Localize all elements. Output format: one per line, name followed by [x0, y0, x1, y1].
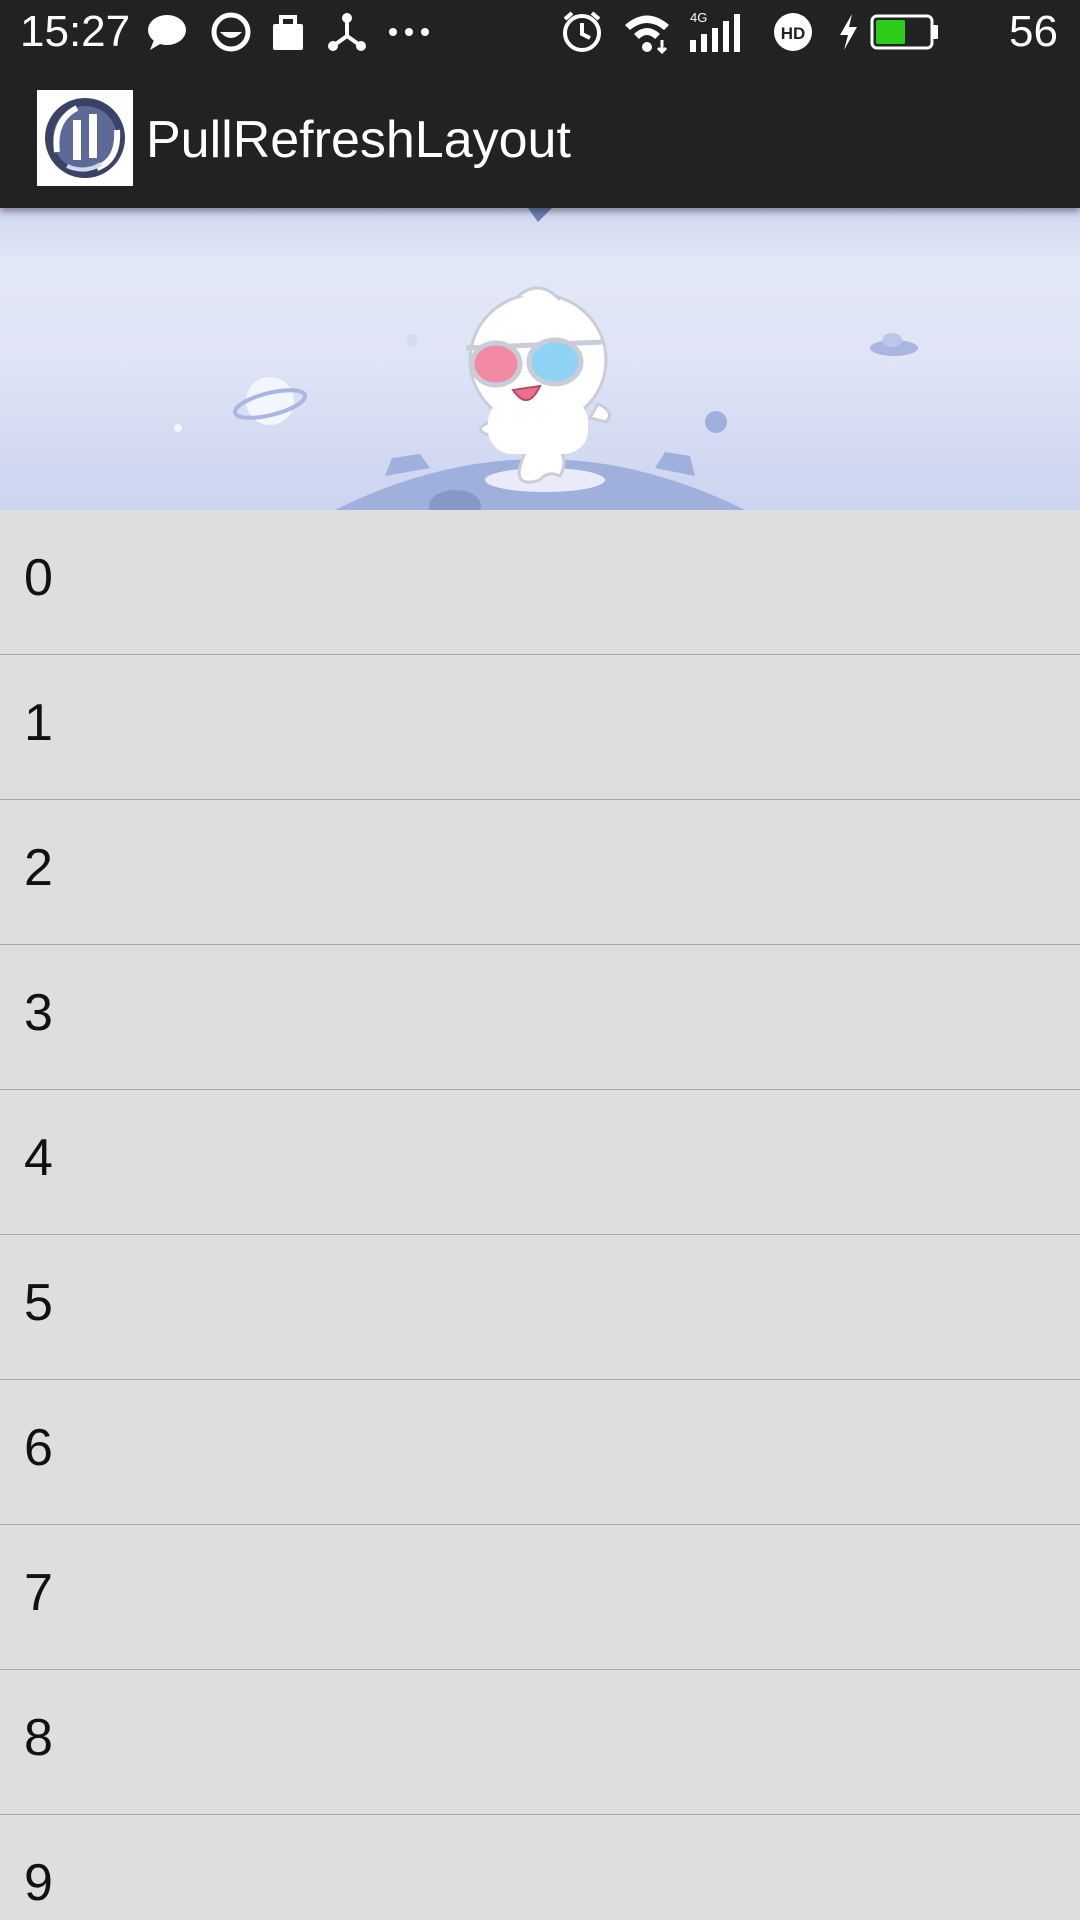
network-type-label: 4G [690, 10, 707, 25]
list-item[interactable]: 6 [0, 1380, 1080, 1525]
list-item-label: 3 [24, 984, 53, 1042]
status-system-icons: 4G HD [560, 10, 990, 54]
list-item[interactable]: 3 [0, 945, 1080, 1090]
app-bar: PullRefreshLayout [0, 64, 1080, 208]
list-item-label: 1 [24, 694, 53, 752]
list-item-label: 5 [24, 1274, 53, 1332]
list-item[interactable]: 7 [0, 1525, 1080, 1670]
more-icon [386, 10, 432, 54]
phone-screen: 15:27 4G HD 56 PullRefreshLayout 0 1 2 3… [0, 0, 1080, 1920]
ufo-icon [870, 333, 918, 356]
list-item[interactable]: 2 [0, 800, 1080, 945]
list-item-label: 9 [24, 1854, 53, 1912]
list-item-label: 8 [24, 1709, 53, 1767]
battery-icon [870, 10, 940, 54]
cellular-4g-icon: 4G [688, 10, 748, 54]
hd-label: HD [781, 24, 806, 43]
charging-icon [836, 10, 860, 54]
status-time: 15:27 [20, 7, 131, 56]
list-item-label: 4 [24, 1129, 53, 1187]
share-hub-icon [326, 10, 368, 54]
list-item[interactable]: 9 [0, 1815, 1080, 1920]
list-item[interactable]: 0 [0, 510, 1080, 655]
list-item-label: 6 [24, 1419, 53, 1477]
chat-bubble-icon [146, 10, 188, 54]
refresh-illustration [174, 208, 918, 510]
mascot-character [465, 286, 612, 484]
list-item[interactable]: 1 [0, 655, 1080, 800]
pull-refresh-header [0, 208, 1080, 510]
shopping-bag-icon [270, 10, 306, 54]
list-item-label: 7 [24, 1564, 53, 1622]
pull-indicator-icon [528, 208, 552, 222]
list-item[interactable]: 4 [0, 1090, 1080, 1235]
alarm-icon [560, 10, 604, 54]
ringed-planet-icon [232, 377, 308, 425]
hd-voice-icon: HD [772, 10, 814, 54]
refresh-list[interactable]: 0 1 2 3 4 5 6 7 8 9 [0, 510, 1080, 1920]
list-item[interactable]: 5 [0, 1235, 1080, 1380]
wifi-icon [622, 10, 672, 54]
status-bar: 15:27 4G HD 56 [0, 0, 1080, 64]
list-item[interactable]: 8 [0, 1670, 1080, 1815]
sync-icon [210, 10, 252, 54]
list-item-label: 2 [24, 839, 53, 897]
battery-percentage: 56 [1009, 7, 1058, 56]
list-item-label: 0 [24, 549, 53, 607]
app-logo-icon[interactable] [37, 90, 133, 186]
app-title: PullRefreshLayout [146, 111, 571, 169]
